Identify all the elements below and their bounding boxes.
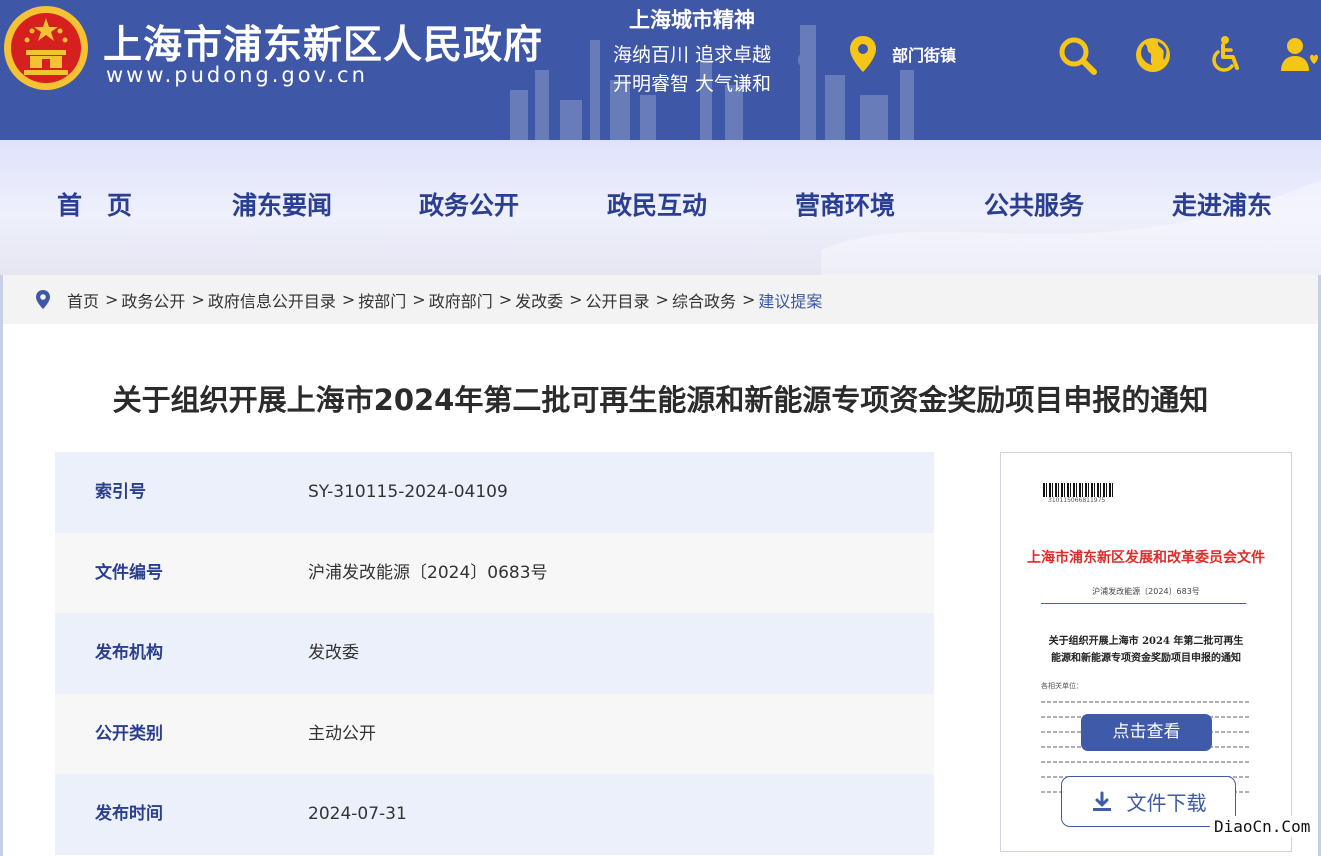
breadcrumb-separator: > — [191, 290, 205, 309]
nav-public-services[interactable]: 公共服务 — [984, 186, 1084, 222]
preview-red-divider — [1041, 603, 1246, 604]
national-emblem-icon — [4, 6, 88, 90]
preview-doc-number: 沪浦发改能源〔2024〕683号 — [1092, 587, 1200, 596]
meta-value: 主动公开 — [308, 723, 376, 744]
breadcrumb-current[interactable]: 建议提案 — [758, 288, 822, 312]
nav-government-affairs[interactable]: 政务公开 — [419, 186, 519, 222]
site-url[interactable]: www.pudong.gov.cn — [106, 63, 368, 87]
breadcrumb-separator: > — [569, 290, 583, 309]
barcode — [1043, 483, 1113, 497]
document-content: 关于组织开展上海市2024年第二批可再生能源和新能源专项资金奖励项目申报的通知 … — [3, 324, 1318, 856]
view-document-button[interactable]: 点击查看 — [1081, 714, 1212, 751]
location-pin-icon — [850, 36, 876, 72]
breadcrumb-item[interactable]: 综合政务 — [672, 288, 736, 312]
meta-value: 2024-07-31 — [308, 804, 407, 824]
preview-title-line-1: 关于组织开展上海市 2024 年第二批可再生 — [1048, 636, 1244, 647]
meta-label: 文件编号 — [95, 562, 163, 583]
meta-value: 沪浦发改能源〔2024〕0683号 — [308, 562, 548, 583]
nav-about-pudong[interactable]: 走进浦东 — [1172, 186, 1272, 222]
meta-row-index: 索引号 SY-310115-2024-04109 — [55, 452, 934, 533]
breadcrumb-item[interactable]: 按部门 — [358, 288, 406, 312]
page-title: 关于组织开展上海市2024年第二批可再生能源和新能源专项资金奖励项目申报的通知 — [112, 383, 1209, 417]
city-spirit-line-2: 开明睿智 大气谦和 — [613, 73, 772, 95]
breadcrumb-separator: > — [655, 290, 669, 309]
site-header: 上海市浦东新区人民政府 www.pudong.gov.cn 上海城市精神 海纳百… — [0, 0, 1321, 140]
breadcrumb: 首页 > 政务公开 > 政府信息公开目录 > 按部门 > 政府部门 > 发改委 … — [3, 275, 1318, 324]
meta-row-file-number: 文件编号 沪浦发改能源〔2024〕0683号 — [55, 532, 934, 613]
site-title[interactable]: 上海市浦东新区人民政府 — [103, 14, 543, 70]
meta-label: 发布机构 — [95, 643, 163, 663]
document-preview-card[interactable]: 310115066811975 上海市浦东新区发展和改革委员会文件 沪浦发改能源… — [1000, 452, 1292, 852]
document-meta-table: 索引号 SY-310115-2024-04109 文件编号 沪浦发改能源〔202… — [55, 452, 934, 855]
department-town-label: 部门街镇 — [892, 46, 957, 65]
meta-value: SY-310115-2024-04109 — [308, 482, 508, 502]
breadcrumb-separator: > — [498, 290, 513, 309]
download-label: 文件下载 — [1126, 791, 1207, 815]
barcode-number: 310115066811975 — [1048, 497, 1106, 504]
preview-body-line — [1041, 701, 1249, 703]
nav-business-environment[interactable]: 营商环境 — [795, 186, 895, 222]
breadcrumb-separator: > — [412, 290, 426, 309]
user-care-icon[interactable] — [1279, 35, 1319, 75]
breadcrumb-item[interactable]: 发改委 — [515, 288, 563, 312]
meta-value: 发改委 — [308, 643, 359, 663]
globe-icon[interactable] — [1133, 35, 1173, 75]
watermark-text: DiaoCn.Com — [1210, 816, 1315, 837]
location-pin-icon — [36, 290, 50, 309]
download-icon — [1092, 791, 1111, 811]
breadcrumb-item[interactable]: 公开目录 — [586, 288, 650, 312]
accessibility-icon[interactable] — [1206, 35, 1246, 75]
breadcrumb-item[interactable]: 首页 — [67, 288, 99, 312]
preview-title-line-2: 能源和新能源专项资金奖励项目申报的通知 — [1051, 653, 1241, 664]
meta-label: 发布时间 — [95, 804, 163, 824]
city-spirit-title: 上海城市精神 — [629, 8, 755, 32]
breadcrumb-separator: > — [741, 290, 756, 309]
preview-body-line — [1041, 761, 1249, 763]
nav-pudong-news[interactable]: 浦东要闻 — [232, 186, 332, 222]
nav-interaction[interactable]: 政民互动 — [607, 186, 707, 222]
search-icon[interactable] — [1057, 35, 1097, 75]
preview-org-header: 上海市浦东新区发展和改革委员会文件 — [1027, 550, 1265, 566]
meta-row-publisher: 发布机构 发改委 — [55, 613, 934, 694]
breadcrumb-separator: > — [105, 290, 119, 309]
preview-salutation: 各相关单位： — [1041, 682, 1083, 690]
main-nav: 首 页 浦东要闻 政务公开 政民互动 营商环境 公共服务 走进浦东 — [0, 140, 1321, 275]
meta-row-category: 公开类别 主动公开 — [55, 693, 934, 774]
breadcrumb-item[interactable]: 政府部门 — [429, 288, 493, 312]
breadcrumb-item[interactable]: 政务公开 — [121, 288, 185, 312]
nav-home[interactable]: 首 页 — [57, 186, 132, 222]
city-spirit-line-1: 海纳百川 追求卓越 — [613, 44, 772, 66]
breadcrumb-separator: > — [341, 290, 356, 309]
department-town-link[interactable]: 部门街镇 — [848, 35, 956, 73]
meta-row-publish-date: 发布时间 2024-07-31 — [55, 774, 934, 855]
meta-label: 公开类别 — [95, 723, 163, 744]
breadcrumb-item[interactable]: 政府信息公开目录 — [208, 288, 336, 312]
meta-label: 索引号 — [95, 482, 146, 502]
